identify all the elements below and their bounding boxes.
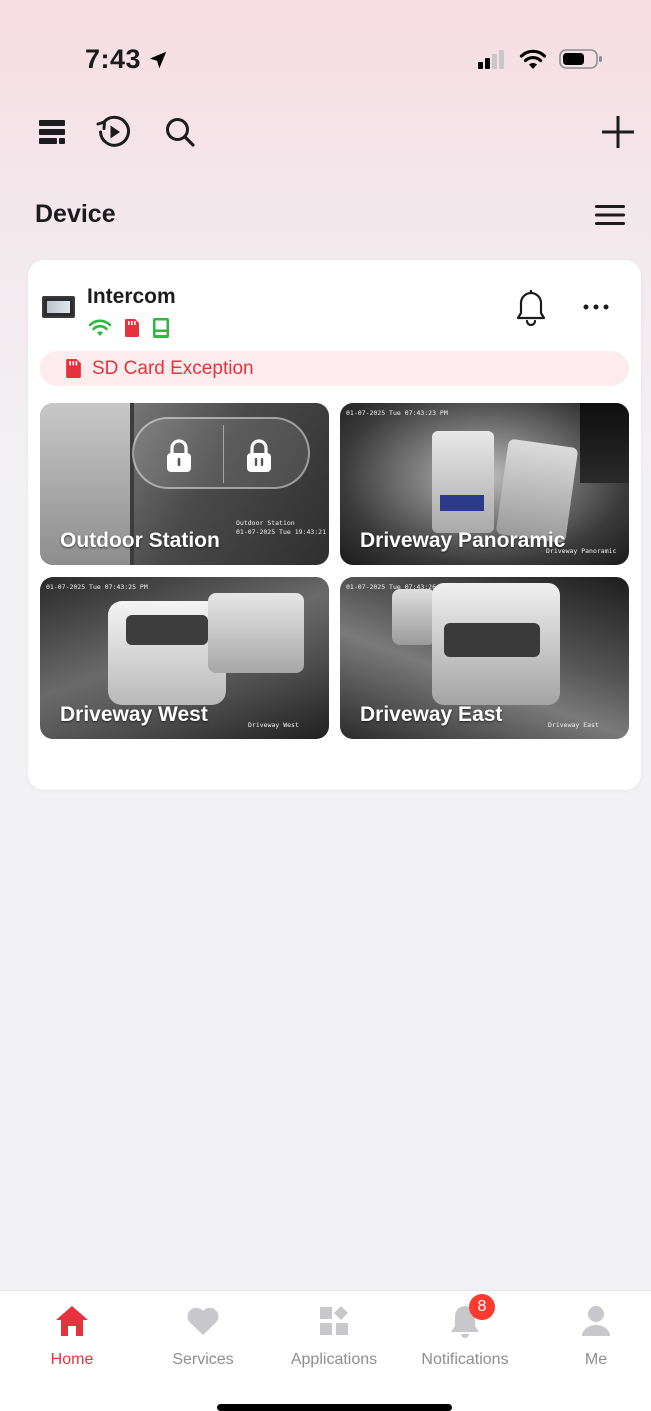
camera-osd-name: Outdoor Station: [236, 519, 295, 527]
camera-tile-driveway-west[interactable]: 01-07-2025 Tue 07:43:25 PM Driveway West…: [40, 577, 329, 739]
location-arrow-icon: [149, 51, 167, 68]
camera-name: Driveway East: [360, 703, 503, 726]
view-list-icon: [39, 120, 65, 144]
sd-card-icon: [125, 319, 139, 337]
tab-label: Notifications: [421, 1351, 509, 1368]
camera-osd-time: 01-07-2025 Tue 19:43:21: [236, 528, 327, 536]
time-text: 7:43: [85, 44, 142, 74]
camera-tile-driveway-panoramic[interactable]: 01-07-2025 Tue 07:43:23 PM Driveway Pano…: [340, 403, 629, 565]
camera-preview-van-1: [392, 589, 436, 645]
status-time: 7:43: [85, 44, 169, 75]
search-button[interactable]: [160, 112, 200, 152]
camera-osd-time: 01-07-2025 Tue 07:43:26 PM: [346, 583, 448, 591]
search-icon: [166, 118, 195, 147]
status-bar: 7:43: [0, 0, 651, 110]
unlock-divider: [223, 425, 224, 483]
unlock-lock-2-button[interactable]: [242, 439, 276, 473]
status-indicators: [477, 48, 603, 70]
camera-tile-outdoor-station[interactable]: Outdoor Station 01-07-2025 Tue 19:43:21 …: [40, 403, 329, 565]
more-icon: [583, 304, 609, 310]
camera-preview-van-2: [208, 593, 304, 673]
add-icon: [602, 116, 634, 148]
lock-icon: [167, 439, 191, 472]
applications-grid-icon: [320, 1306, 348, 1335]
battery-icon: [559, 49, 602, 69]
camera-osd-name: Driveway West: [248, 721, 299, 729]
heart-icon: [187, 1307, 219, 1335]
tab-applications[interactable]: Applications: [274, 1301, 394, 1371]
camera-tile-driveway-east[interactable]: 01-07-2025 Tue 07:43:26 PM Driveway East…: [340, 577, 629, 739]
camera-preview-van-1: [432, 431, 494, 533]
section-title: Device: [35, 200, 116, 228]
section-menu-button[interactable]: [591, 198, 629, 232]
tab-home[interactable]: Home: [12, 1301, 132, 1371]
tab-home-icon-wrap: [52, 1301, 92, 1341]
device-online-icon: [153, 318, 169, 338]
hamburger-menu-icon: [595, 205, 625, 225]
profile-icon: [582, 1306, 610, 1336]
unlock-lock-1-button[interactable]: [162, 439, 196, 473]
tab-notifications[interactable]: 8 Notifications: [405, 1294, 525, 1371]
camera-preview-van-1-logo: [440, 495, 484, 511]
home-icon: [56, 1306, 88, 1336]
tab-services[interactable]: Services: [143, 1301, 263, 1371]
cellular-signal-icon: [478, 50, 504, 69]
camera-preview-van-2: [495, 438, 579, 544]
view-list-button[interactable]: [32, 112, 72, 152]
unlock-controls: [132, 417, 310, 489]
tab-label: Services: [172, 1351, 234, 1368]
camera-preview-windshield: [444, 623, 540, 657]
alert-text: SD Card Exception: [92, 357, 254, 379]
tab-label: Me: [584, 1351, 608, 1368]
wifi-status-icon: [88, 319, 112, 336]
device-more-button[interactable]: [578, 292, 614, 322]
camera-osd-time: 01-07-2025 Tue 07:43:23 PM: [346, 409, 448, 417]
device-thumbnail: [42, 296, 75, 318]
tab-notifications-icon-wrap: 8: [445, 1294, 495, 1341]
home-indicator[interactable]: [217, 1404, 452, 1411]
camera-name: Outdoor Station: [60, 529, 220, 552]
wifi-icon: [519, 49, 547, 69]
playback-button[interactable]: [94, 112, 134, 152]
tab-label: Applications: [290, 1351, 378, 1368]
camera-preview-night-sky: [580, 403, 629, 483]
tab-services-icon-wrap: [183, 1301, 223, 1341]
bell-icon: [516, 290, 546, 326]
lock-double-icon: [247, 439, 271, 472]
sd-card-alert[interactable]: SD Card Exception: [40, 351, 629, 386]
tab-me[interactable]: Me: [536, 1301, 651, 1371]
device-status-icons: [88, 317, 170, 339]
tab-applications-icon-wrap: [314, 1301, 354, 1341]
device-card: Intercom SD Card Exception Outdoor Stati…: [28, 260, 641, 790]
tab-me-icon-wrap: [576, 1301, 616, 1341]
playback-icon: [96, 115, 130, 147]
device-alarm-button[interactable]: [512, 288, 550, 328]
camera-name: Driveway Panoramic: [360, 529, 566, 552]
tab-label: Home: [50, 1351, 94, 1368]
notification-count-badge: 8: [469, 1294, 495, 1320]
camera-osd-name: Driveway East: [548, 721, 599, 729]
bottom-tab-bar: Home Services Applications 8 Notificatio…: [0, 1290, 651, 1411]
top-toolbar: [0, 112, 651, 156]
device-name[interactable]: Intercom: [87, 285, 176, 309]
sd-card-alert-icon: [66, 359, 81, 378]
camera-osd-time: 01-07-2025 Tue 07:43:25 PM: [46, 583, 148, 591]
camera-name: Driveway West: [60, 703, 208, 726]
add-device-button[interactable]: [598, 112, 638, 152]
camera-preview-windshield: [126, 615, 208, 645]
